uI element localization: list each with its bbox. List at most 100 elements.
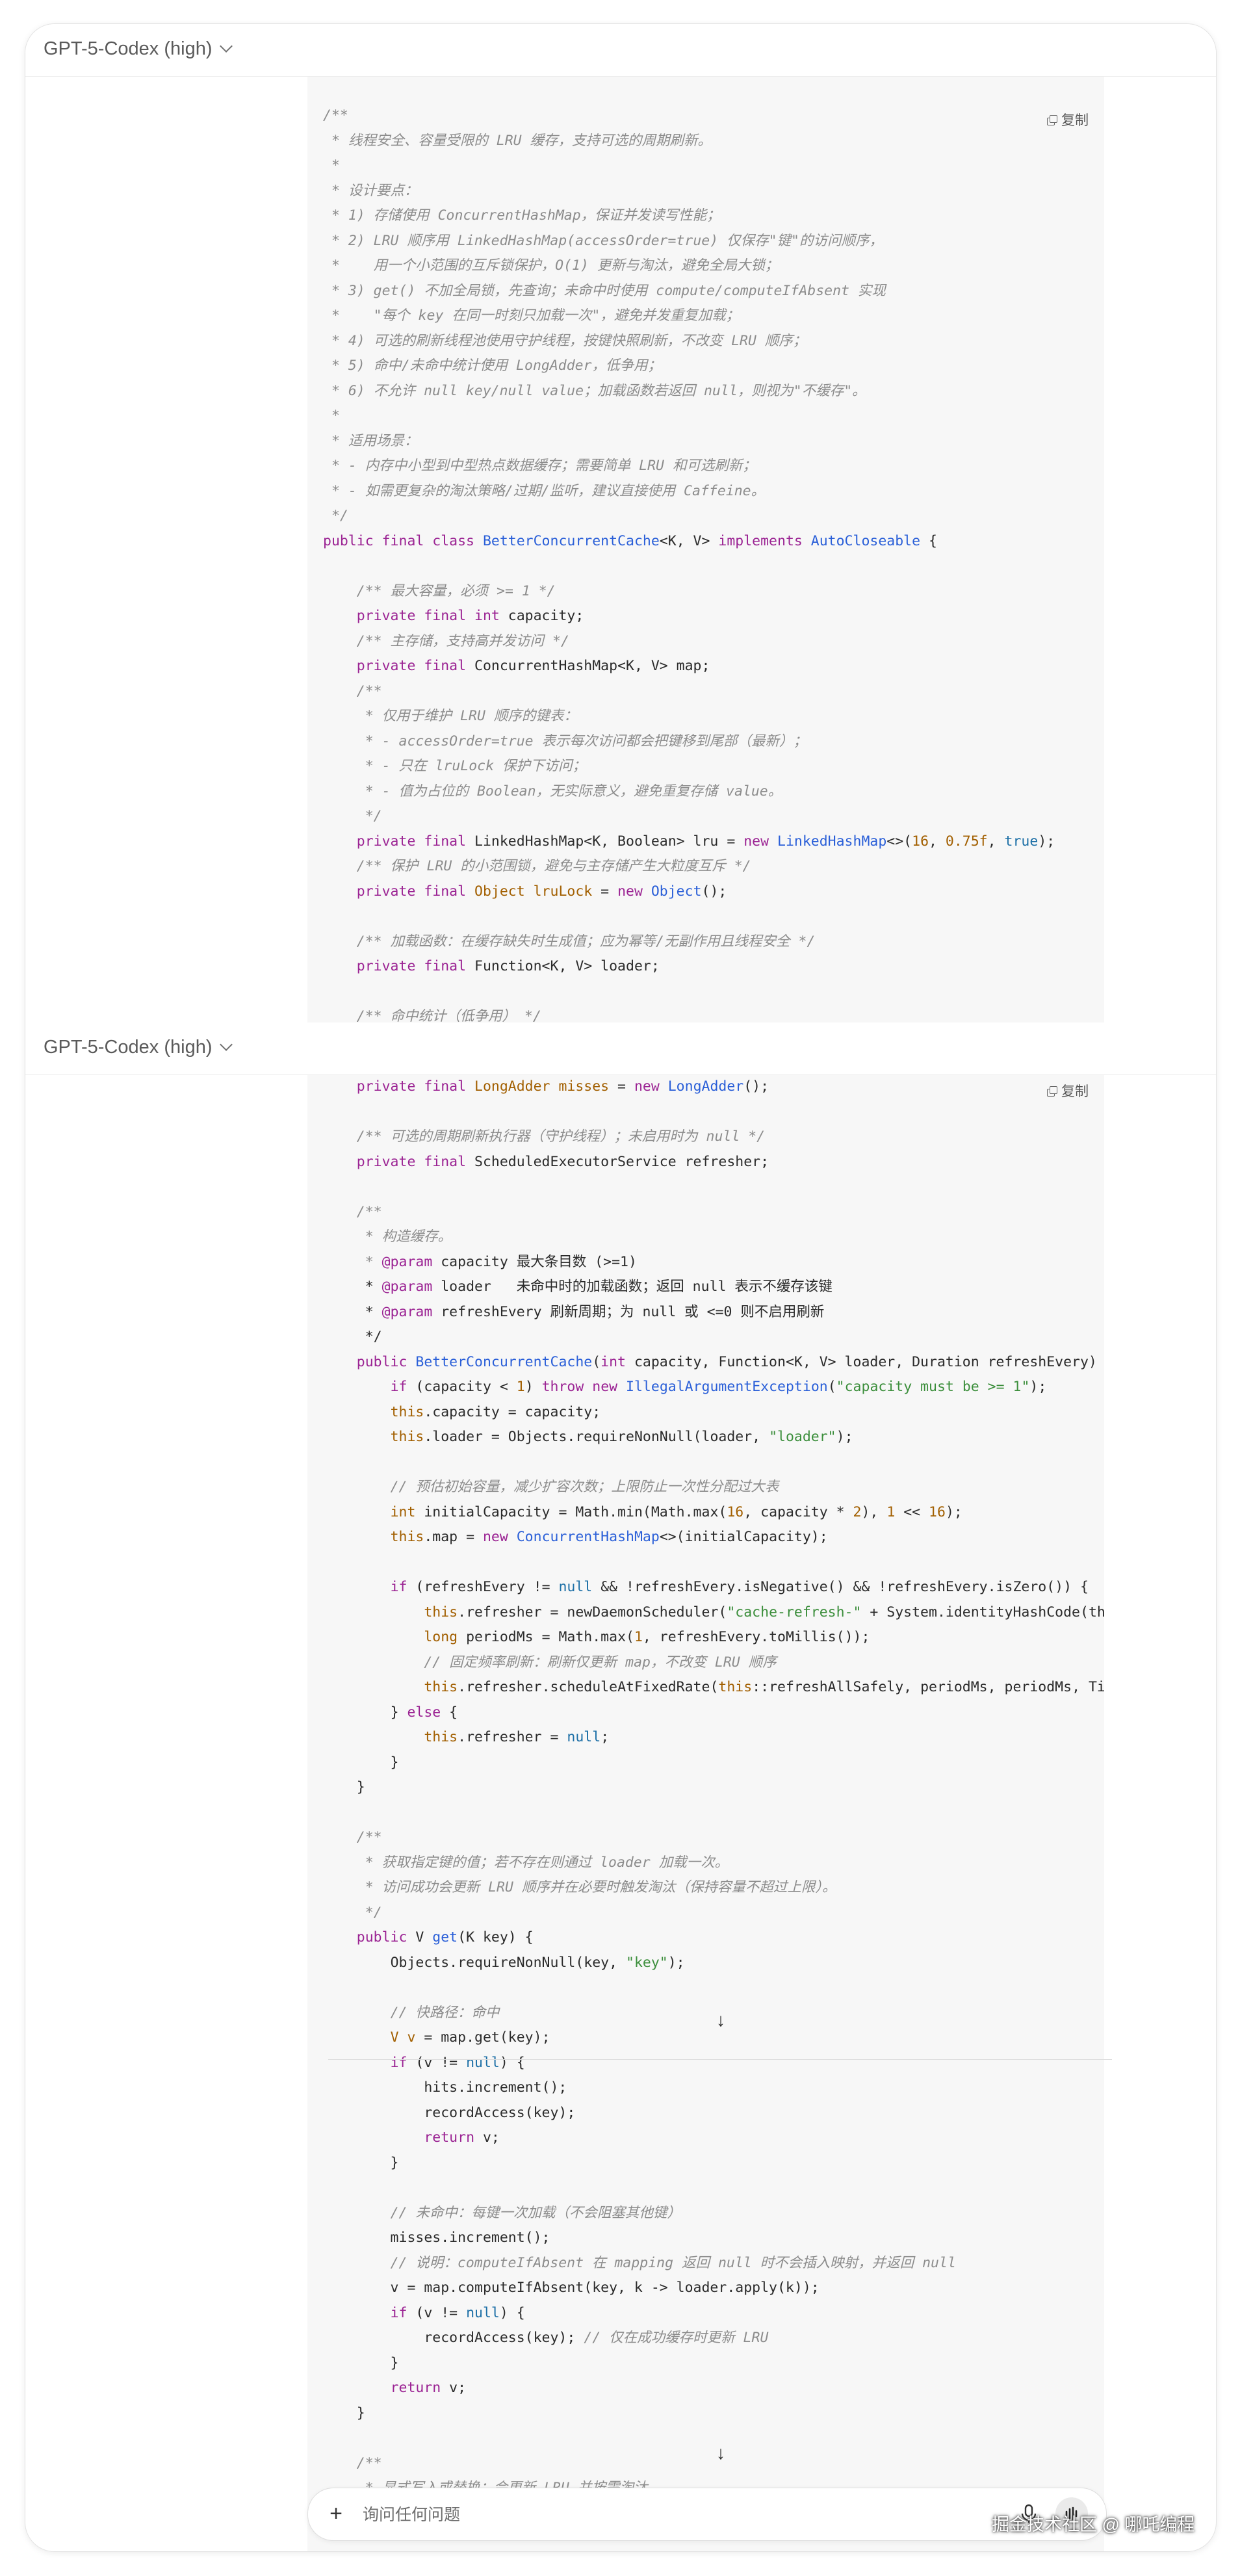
code-token: BetterConcurrentCache <box>415 1353 593 1370</box>
code-token: ) { <box>499 2304 525 2321</box>
code-token: BetterConcurrentCache <box>482 532 660 549</box>
code-line: * @param refreshEvery 刷新周期；为 null 或 <=0 … <box>323 1300 1104 1325</box>
copy-label: 复制 <box>1061 1084 1089 1099</box>
copy-label: 复制 <box>1061 113 1089 128</box>
code-line: this.capacity = capacity; <box>323 1400 1104 1425</box>
code-token: } <box>390 1704 407 1721</box>
code-token: initialCapacity = Math.min(Math.max( <box>424 1503 727 1520</box>
code-line: public V get(K key) { <box>323 1925 1104 1951</box>
code-token: { <box>920 532 937 549</box>
model-selector[interactable]: GPT-5-Codex (high) <box>44 1035 233 1059</box>
code-token: + System.identityHashCode(this)); <box>870 1604 1104 1620</box>
copy-button[interactable]: 复制 <box>1047 110 1089 129</box>
code-token: ; <box>601 1729 610 1745</box>
code-token: @param <box>381 1279 433 1295</box>
code-token: * <box>323 157 340 174</box>
code-token: IllegalArgumentException <box>626 1379 828 1395</box>
code-line: if (capacity < 1) throw new IllegalArgum… <box>323 1375 1104 1400</box>
code-token: V v <box>390 2029 416 2046</box>
chat-input[interactable] <box>361 2500 949 2530</box>
code-token: recordAccess(key); <box>323 2104 576 2121</box>
code-line: * - 值为占位的 Boolean，无实际意义，避免重复存储 value。 <box>323 779 1055 805</box>
code-line: if (v != null) { <box>323 2051 1104 2076</box>
code-token: // 快路径：命中 <box>390 2004 500 2021</box>
code-line: * @param capacity 最大条目数 (>=1) <box>323 1250 1104 1275</box>
code-token: * 适用场景： <box>323 432 419 449</box>
code-token: this <box>424 1679 458 1695</box>
code-line: return v; <box>323 2126 1104 2151</box>
code-token: /** 命中统计（低争用） */ <box>356 1008 541 1022</box>
code-token: private final <box>356 658 474 674</box>
code-line: */ <box>323 1901 1104 1926</box>
add-attachment-button[interactable]: + <box>324 2501 348 2526</box>
code-line: * - 如需更复杂的淘汰策略/过期/监听，建议直接使用 Caffeine。 <box>323 479 1055 504</box>
code-line: } <box>323 2401 1104 2426</box>
code-token: ); <box>1038 833 1055 850</box>
code-token: * 设计要点： <box>323 182 419 199</box>
chat-window: GPT-5-Codex (high) 复制 /** * 线程安全、容量受限的 L… <box>25 23 1217 2552</box>
code-line: // 未命中：每键一次加载（不会阻塞其他键） <box>323 2201 1104 2226</box>
code-token: this <box>424 1729 458 1745</box>
code-token: * - 只在 lruLock 保护下访问； <box>356 758 586 774</box>
code-token: if <box>390 2054 416 2071</box>
code-token: /** 保护 LRU 的小范围锁，避免与主存储产生大粒度互斥 */ <box>356 858 751 874</box>
code-token: .refresher = <box>458 1729 567 1745</box>
code-token: ScheduledExecutorService refresher; <box>474 1153 769 1170</box>
code-token: .loader = Objects.requireNonNull(loader, <box>424 1429 769 1445</box>
code-token: , refreshEvery.toMillis()); <box>642 1629 870 1645</box>
code-line: public BetterConcurrentCache(int capacit… <box>323 1350 1104 1375</box>
code-token: AutoCloseable <box>810 532 921 549</box>
code-token: ConcurrentHashMap<K, V> map; <box>474 658 710 674</box>
code-line: * <box>323 153 1055 179</box>
code-token: ) <box>524 1379 542 1395</box>
code-token: * - 内存中小型到中型热点数据缓存；需要简单 LRU 和可选刷新； <box>323 458 756 474</box>
scroll-down-button[interactable]: ↓ <box>706 2438 736 2468</box>
model-selector[interactable]: GPT-5-Codex (high) <box>44 37 233 60</box>
scroll-down-button[interactable]: ↓ <box>706 2005 736 2035</box>
watermark: 掘金技术社区 @ 哪吒编程 <box>992 2515 1195 2534</box>
code-line: this.map = new ConcurrentHashMap<>(initi… <box>323 1525 1104 1550</box>
code-line: * 6) 不允许 null key/null value；加载函数若返回 nul… <box>323 379 1055 404</box>
code-token: this <box>390 1403 424 1420</box>
code-token: // 未命中：每键一次加载（不会阻塞其他键） <box>390 2204 681 2221</box>
code-line: * 3) get() 不加全局锁，先查询；未命中时使用 compute/comp… <box>323 279 1055 304</box>
code-token: (); <box>743 1078 769 1095</box>
code-line: * 设计要点： <box>323 179 1055 204</box>
code-token: null <box>567 1729 601 1745</box>
composer: + <box>307 2488 1107 2541</box>
code-token: new <box>634 1078 668 1095</box>
code-line: /** <box>323 1825 1104 1851</box>
code-token: */ <box>323 508 348 524</box>
code-token: (refreshEvery != <box>415 1579 559 1595</box>
code-token: V <box>415 1929 433 1945</box>
code-line: * 4) 可选的刷新线程池使用守护线程，按键快照刷新，不改变 LRU 顺序； <box>323 329 1055 354</box>
code-line: this.refresher.scheduleAtFixedRate(this:… <box>323 1675 1104 1700</box>
code-token: private final int <box>356 608 508 624</box>
copy-icon <box>1047 115 1057 125</box>
code-token: * 获取指定键的值；若不存在则通过 loader 加载一次。 <box>356 1854 729 1871</box>
code-token: 1 <box>516 1379 525 1395</box>
code-token: public <box>356 1929 416 1945</box>
code-token: { <box>441 1704 458 1721</box>
copy-icon <box>1047 1086 1057 1097</box>
copy-button[interactable]: 复制 <box>1047 1081 1089 1100</box>
